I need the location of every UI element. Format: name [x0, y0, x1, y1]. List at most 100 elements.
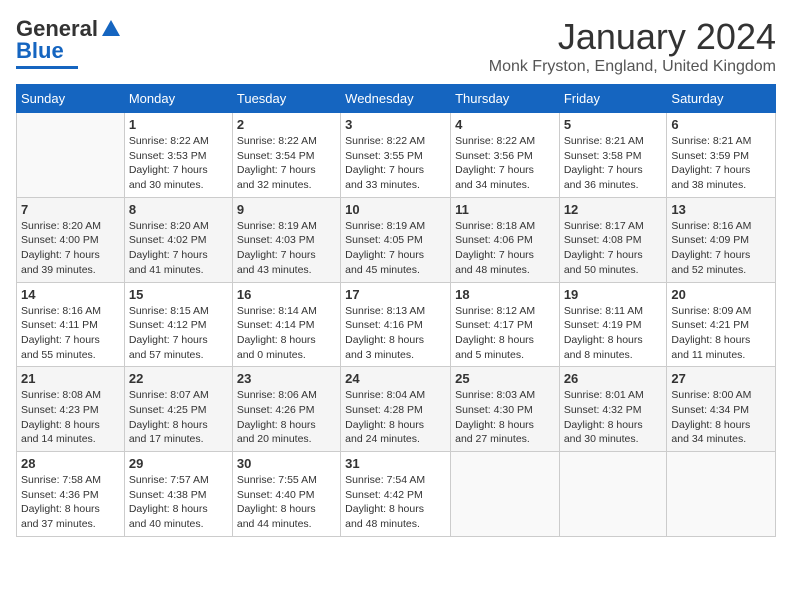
- day-info: Sunrise: 8:12 AMSunset: 4:17 PMDaylight:…: [455, 304, 555, 363]
- weekday-header-monday: Monday: [124, 85, 232, 113]
- day-number: 14: [21, 287, 120, 302]
- day-number: 30: [237, 456, 336, 471]
- calendar-cell: 26 Sunrise: 8:01 AMSunset: 4:32 PMDayligh…: [559, 367, 667, 452]
- calendar-cell: 27 Sunrise: 8:00 AMSunset: 4:34 PMDayligh…: [667, 367, 776, 452]
- day-info: Sunrise: 8:21 AMSunset: 3:59 PMDaylight:…: [671, 134, 771, 193]
- day-info: Sunrise: 8:06 AMSunset: 4:26 PMDaylight:…: [237, 388, 336, 447]
- day-number: 25: [455, 371, 555, 386]
- day-info: Sunrise: 8:09 AMSunset: 4:21 PMDaylight:…: [671, 304, 771, 363]
- day-info: Sunrise: 8:21 AMSunset: 3:58 PMDaylight:…: [564, 134, 663, 193]
- day-info: Sunrise: 8:22 AMSunset: 3:54 PMDaylight:…: [237, 134, 336, 193]
- calendar-cell: 28Sunrise: 7:58 AMSunset: 4:36 PMDayligh…: [17, 452, 125, 537]
- week-row-5: 28Sunrise: 7:58 AMSunset: 4:36 PMDayligh…: [17, 452, 776, 537]
- day-info: Sunrise: 7:57 AMSunset: 4:38 PMDaylight:…: [129, 473, 228, 532]
- day-number: 10: [345, 202, 446, 217]
- day-number: 7: [21, 202, 120, 217]
- weekday-header-thursday: Thursday: [451, 85, 560, 113]
- day-info: Sunrise: 8:16 AMSunset: 4:09 PMDaylight:…: [671, 219, 771, 278]
- calendar-cell: 4 Sunrise: 8:22 AMSunset: 3:56 PMDaylight…: [451, 113, 560, 198]
- day-info: Sunrise: 7:58 AMSunset: 4:36 PMDaylight:…: [21, 473, 120, 532]
- calendar-cell: 29 Sunrise: 7:57 AMSunset: 4:38 PMDayligh…: [124, 452, 232, 537]
- day-number: 3: [345, 117, 446, 132]
- day-number: 27: [671, 371, 771, 386]
- day-number: 16: [237, 287, 336, 302]
- weekday-header-sunday: Sunday: [17, 85, 125, 113]
- day-number: 21: [21, 371, 120, 386]
- week-row-2: 7 Sunrise: 8:20 AMSunset: 4:00 PMDaylight…: [17, 197, 776, 282]
- day-info: Sunrise: 8:01 AMSunset: 4:32 PMDaylight:…: [564, 388, 663, 447]
- calendar-cell: 12Sunrise: 8:17 AMSunset: 4:08 PMDayligh…: [559, 197, 667, 282]
- calendar-cell: 8Sunrise: 8:20 AMSunset: 4:02 PMDaylight…: [124, 197, 232, 282]
- calendar-title: January 2024: [489, 16, 776, 58]
- calendar-cell: 15Sunrise: 8:15 AMSunset: 4:12 PMDayligh…: [124, 282, 232, 367]
- day-info: Sunrise: 8:17 AMSunset: 4:08 PMDaylight:…: [564, 219, 663, 278]
- day-number: 31: [345, 456, 446, 471]
- weekday-header-row: SundayMondayTuesdayWednesdayThursdayFrid…: [17, 85, 776, 113]
- day-info: Sunrise: 8:22 AMSunset: 3:55 PMDaylight:…: [345, 134, 446, 193]
- calendar-cell: 23 Sunrise: 8:06 AMSunset: 4:26 PMDayligh…: [232, 367, 340, 452]
- day-number: 22: [129, 371, 228, 386]
- calendar-cell: [667, 452, 776, 537]
- calendar-table: SundayMondayTuesdayWednesdayThursdayFrid…: [16, 84, 776, 537]
- day-number: 13: [671, 202, 771, 217]
- logo-underline: [16, 66, 78, 69]
- day-info: Sunrise: 8:22 AMSunset: 3:56 PMDaylight:…: [455, 134, 555, 193]
- calendar-cell: 19 Sunrise: 8:11 AMSunset: 4:19 PMDayligh…: [559, 282, 667, 367]
- day-info: Sunrise: 7:55 AMSunset: 4:40 PMDaylight:…: [237, 473, 336, 532]
- day-info: Sunrise: 8:07 AMSunset: 4:25 PMDaylight:…: [129, 388, 228, 447]
- calendar-cell: 7 Sunrise: 8:20 AMSunset: 4:00 PMDaylight…: [17, 197, 125, 282]
- calendar-cell: 10 Sunrise: 8:19 AMSunset: 4:05 PMDayligh…: [341, 197, 451, 282]
- calendar-cell: 24 Sunrise: 8:04 AMSunset: 4:28 PMDayligh…: [341, 367, 451, 452]
- day-info: Sunrise: 8:04 AMSunset: 4:28 PMDaylight:…: [345, 388, 446, 447]
- calendar-cell: 3 Sunrise: 8:22 AMSunset: 3:55 PMDaylight…: [341, 113, 451, 198]
- day-number: 20: [671, 287, 771, 302]
- day-number: 24: [345, 371, 446, 386]
- weekday-header-friday: Friday: [559, 85, 667, 113]
- calendar-cell: 30 Sunrise: 7:55 AMSunset: 4:40 PMDayligh…: [232, 452, 340, 537]
- day-number: 19: [564, 287, 663, 302]
- day-number: 8: [129, 202, 228, 217]
- day-info: Sunrise: 8:00 AMSunset: 4:34 PMDaylight:…: [671, 388, 771, 447]
- weekday-header-tuesday: Tuesday: [232, 85, 340, 113]
- calendar-cell: 22 Sunrise: 8:07 AMSunset: 4:25 PMDayligh…: [124, 367, 232, 452]
- day-info: Sunrise: 7:54 AMSunset: 4:42 PMDaylight:…: [345, 473, 446, 532]
- day-number: 1: [129, 117, 228, 132]
- day-number: 29: [129, 456, 228, 471]
- calendar-cell: 18Sunrise: 8:12 AMSunset: 4:17 PMDayligh…: [451, 282, 560, 367]
- day-info: Sunrise: 8:20 AMSunset: 4:00 PMDaylight:…: [21, 219, 120, 278]
- day-info: Sunrise: 8:22 AMSunset: 3:53 PMDaylight:…: [129, 134, 228, 193]
- day-number: 11: [455, 202, 555, 217]
- logo-blue: Blue: [16, 38, 64, 64]
- day-info: Sunrise: 8:11 AMSunset: 4:19 PMDaylight:…: [564, 304, 663, 363]
- logo-icon: [100, 18, 122, 40]
- calendar-cell: 5Sunrise: 8:21 AMSunset: 3:58 PMDaylight…: [559, 113, 667, 198]
- day-info: Sunrise: 8:14 AMSunset: 4:14 PMDaylight:…: [237, 304, 336, 363]
- week-row-4: 21 Sunrise: 8:08 AMSunset: 4:23 PMDayligh…: [17, 367, 776, 452]
- day-number: 23: [237, 371, 336, 386]
- title-block: January 2024 Monk Fryston, England, Unit…: [489, 16, 776, 76]
- calendar-cell: 9Sunrise: 8:19 AMSunset: 4:03 PMDaylight…: [232, 197, 340, 282]
- calendar-cell: 17Sunrise: 8:13 AMSunset: 4:16 PMDayligh…: [341, 282, 451, 367]
- day-number: 26: [564, 371, 663, 386]
- day-info: Sunrise: 8:18 AMSunset: 4:06 PMDaylight:…: [455, 219, 555, 278]
- day-info: Sunrise: 8:03 AMSunset: 4:30 PMDaylight:…: [455, 388, 555, 447]
- calendar-cell: 13 Sunrise: 8:16 AMSunset: 4:09 PMDayligh…: [667, 197, 776, 282]
- day-number: 4: [455, 117, 555, 132]
- day-info: Sunrise: 8:19 AMSunset: 4:03 PMDaylight:…: [237, 219, 336, 278]
- calendar-cell: 2 Sunrise: 8:22 AMSunset: 3:54 PMDaylight…: [232, 113, 340, 198]
- week-row-3: 14 Sunrise: 8:16 AMSunset: 4:11 PMDayligh…: [17, 282, 776, 367]
- day-info: Sunrise: 8:16 AMSunset: 4:11 PMDaylight:…: [21, 304, 120, 363]
- calendar-cell: 21 Sunrise: 8:08 AMSunset: 4:23 PMDayligh…: [17, 367, 125, 452]
- day-number: 2: [237, 117, 336, 132]
- day-info: Sunrise: 8:19 AMSunset: 4:05 PMDaylight:…: [345, 219, 446, 278]
- weekday-header-saturday: Saturday: [667, 85, 776, 113]
- calendar-cell: 16 Sunrise: 8:14 AMSunset: 4:14 PMDayligh…: [232, 282, 340, 367]
- weekday-header-wednesday: Wednesday: [341, 85, 451, 113]
- calendar-cell: 6Sunrise: 8:21 AMSunset: 3:59 PMDaylight…: [667, 113, 776, 198]
- calendar-cell: 14 Sunrise: 8:16 AMSunset: 4:11 PMDayligh…: [17, 282, 125, 367]
- day-info: Sunrise: 8:13 AMSunset: 4:16 PMDaylight:…: [345, 304, 446, 363]
- day-info: Sunrise: 8:08 AMSunset: 4:23 PMDaylight:…: [21, 388, 120, 447]
- calendar-location: Monk Fryston, England, United Kingdom: [489, 58, 776, 76]
- logo: General Blue: [16, 16, 122, 69]
- calendar-cell: [17, 113, 125, 198]
